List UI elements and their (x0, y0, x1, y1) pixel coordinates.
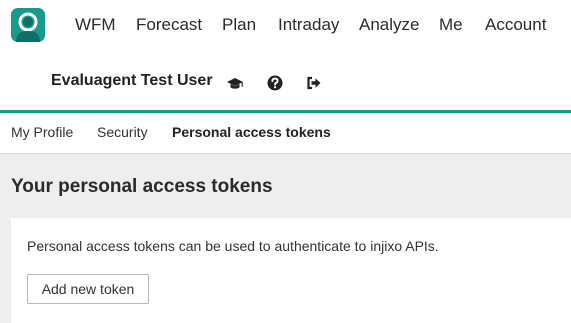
app-logo-icon[interactable] (11, 8, 45, 42)
nav-account[interactable]: Account (485, 15, 546, 35)
add-new-token-button[interactable]: Add new token (27, 274, 149, 304)
tokens-card: Personal access tokens can be used to au… (11, 218, 571, 323)
main-content: Your personal access tokens Personal acc… (0, 154, 571, 323)
tokens-description: Personal access tokens can be used to au… (27, 238, 439, 254)
graduation-cap-icon[interactable] (226, 74, 244, 92)
nav-wfm[interactable]: WFM (75, 15, 116, 35)
nav-intraday[interactable]: Intraday (278, 15, 339, 35)
top-navigation: WFM Forecast Plan Intraday Analyze Me Ac… (0, 0, 571, 52)
tab-personal-access-tokens[interactable]: Personal access tokens (172, 124, 331, 140)
page: WFM Forecast Plan Intraday Analyze Me Ac… (0, 0, 571, 323)
nav-me[interactable]: Me (439, 15, 463, 35)
tab-security[interactable]: Security (97, 124, 148, 140)
user-bar: Evaluagent Test User (0, 60, 571, 104)
nav-forecast[interactable]: Forecast (136, 15, 202, 35)
profile-tabs: My Profile Security Personal access toke… (0, 113, 571, 154)
sign-out-icon[interactable] (305, 74, 323, 92)
page-title: Your personal access tokens (11, 176, 273, 197)
nav-plan[interactable]: Plan (222, 15, 256, 35)
tab-my-profile[interactable]: My Profile (11, 124, 73, 140)
user-name: Evaluagent Test User (51, 72, 213, 89)
nav-analyze[interactable]: Analyze (359, 15, 419, 35)
help-circle-icon[interactable] (266, 74, 284, 92)
